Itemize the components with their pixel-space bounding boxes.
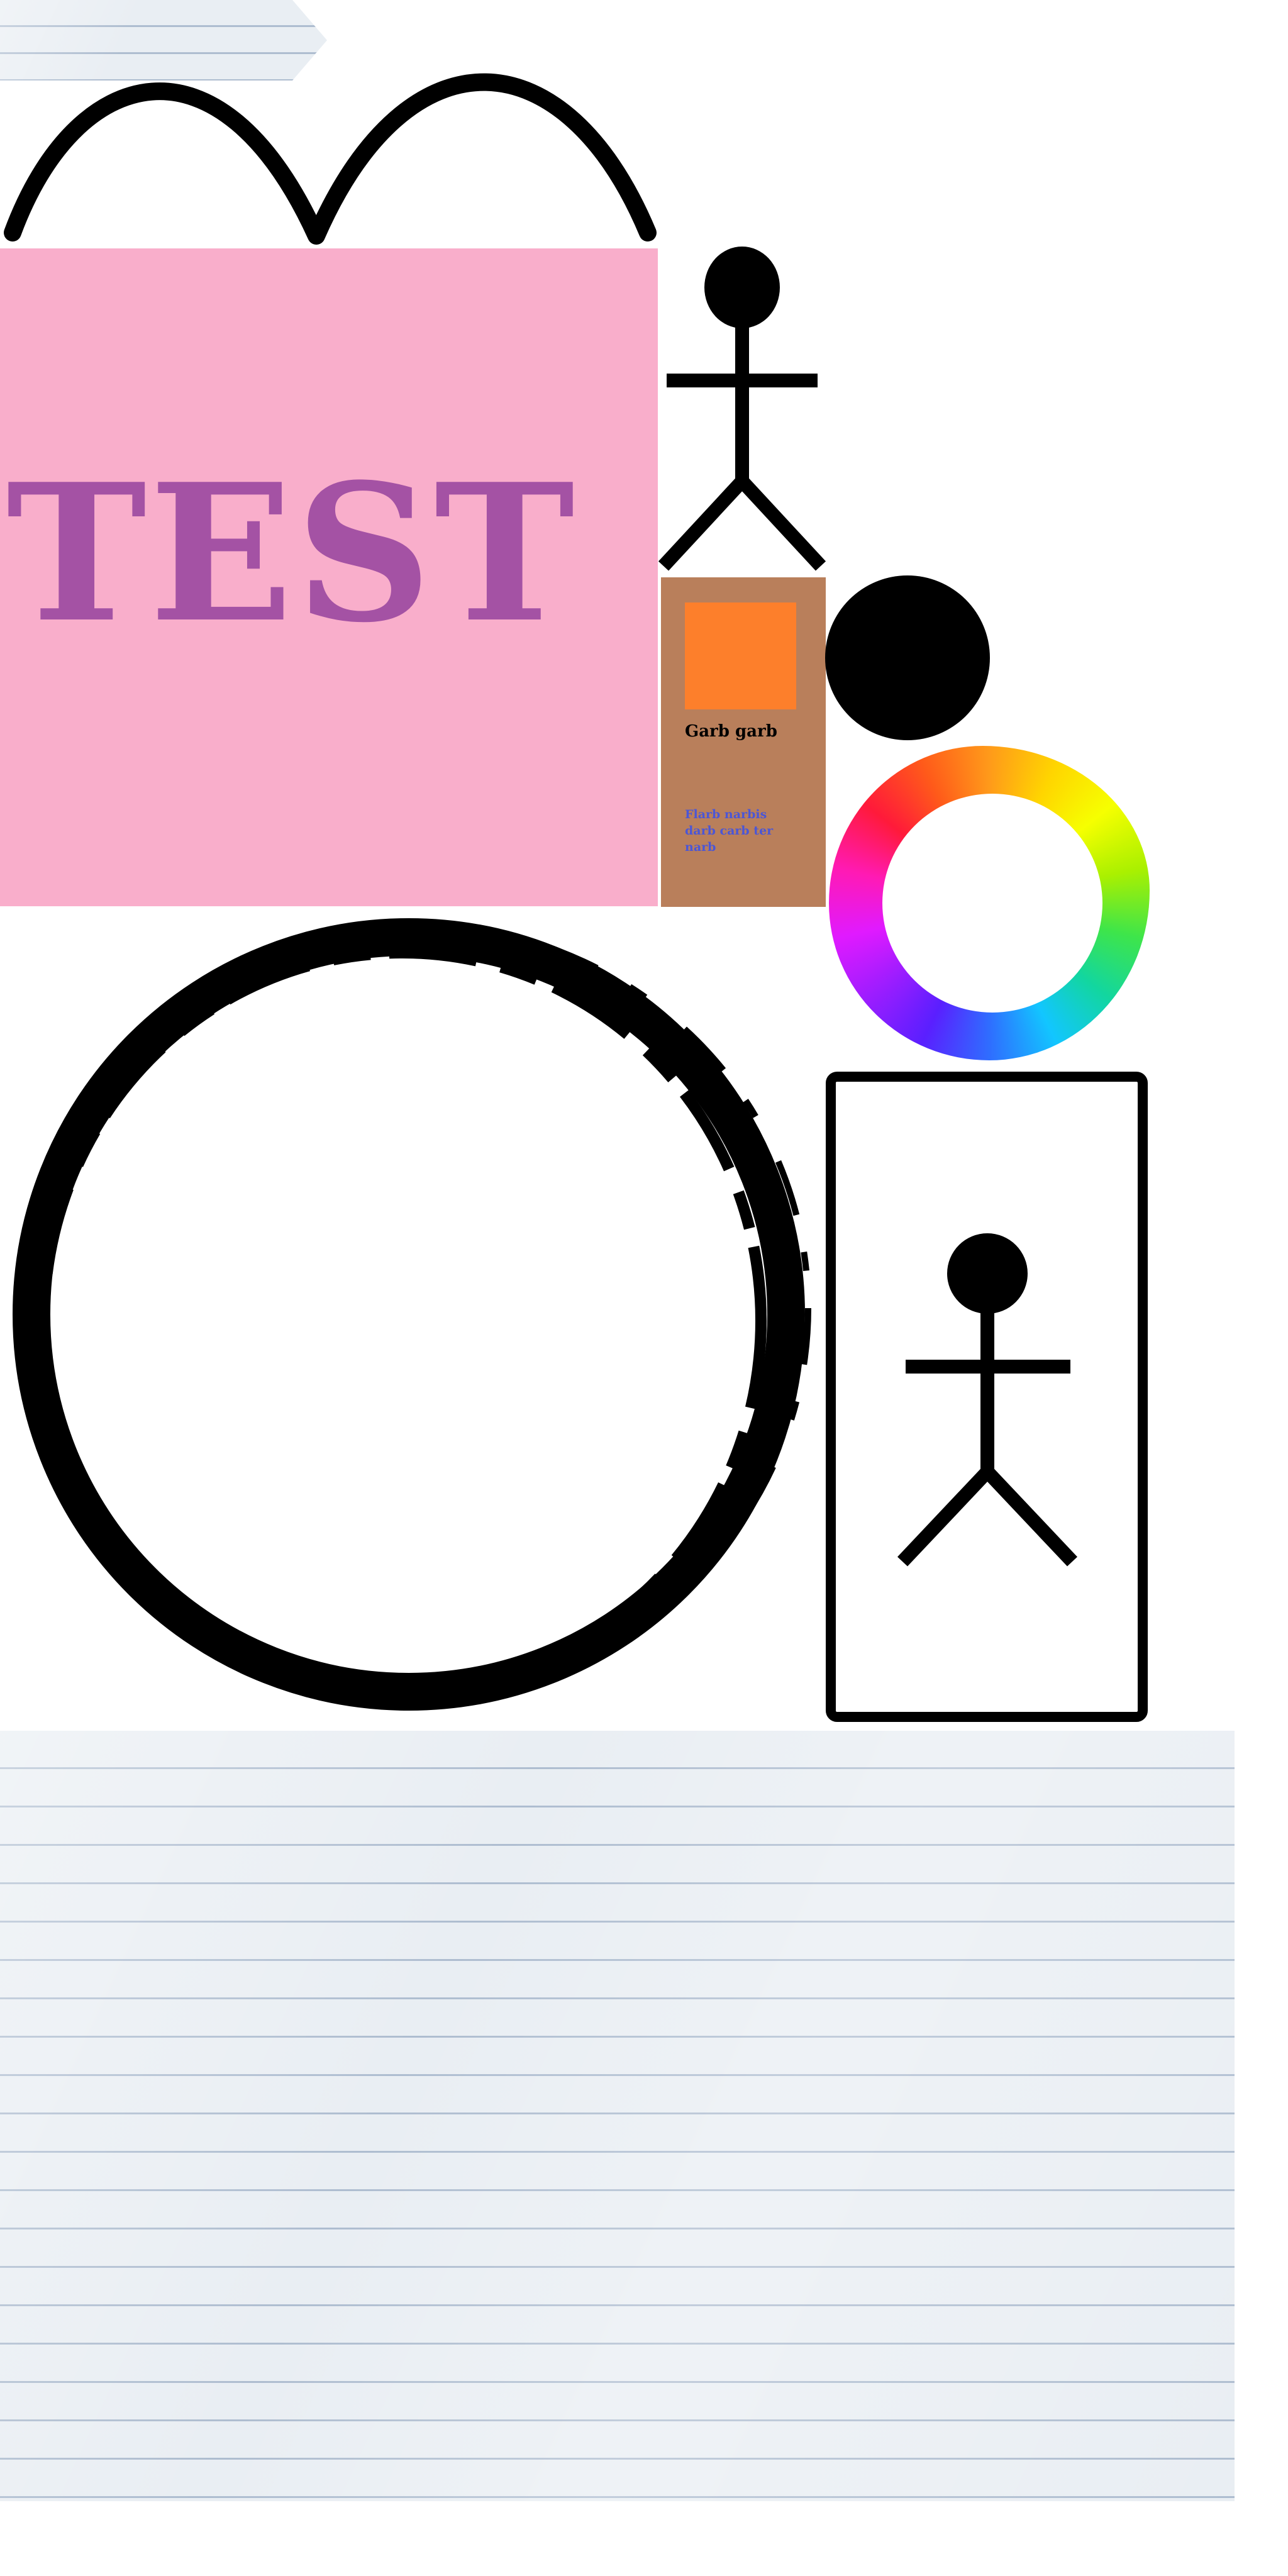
- double-arch-icon: [4, 73, 657, 245]
- card-heading: Garb garb: [685, 722, 777, 741]
- lined-paper: [0, 1731, 1235, 2501]
- card-title: TEST: [6, 442, 577, 664]
- color-wheel-center: [882, 794, 1102, 1013]
- card-body-text: Flarb narbis darb carb ter narb: [685, 808, 774, 854]
- stick-figure-icon: [897, 1233, 1077, 1567]
- brush-circle-icon: [13, 918, 811, 1711]
- orange-swatch: [685, 602, 796, 709]
- black-circle-icon: [825, 575, 990, 740]
- stick-figure-icon: [658, 247, 826, 571]
